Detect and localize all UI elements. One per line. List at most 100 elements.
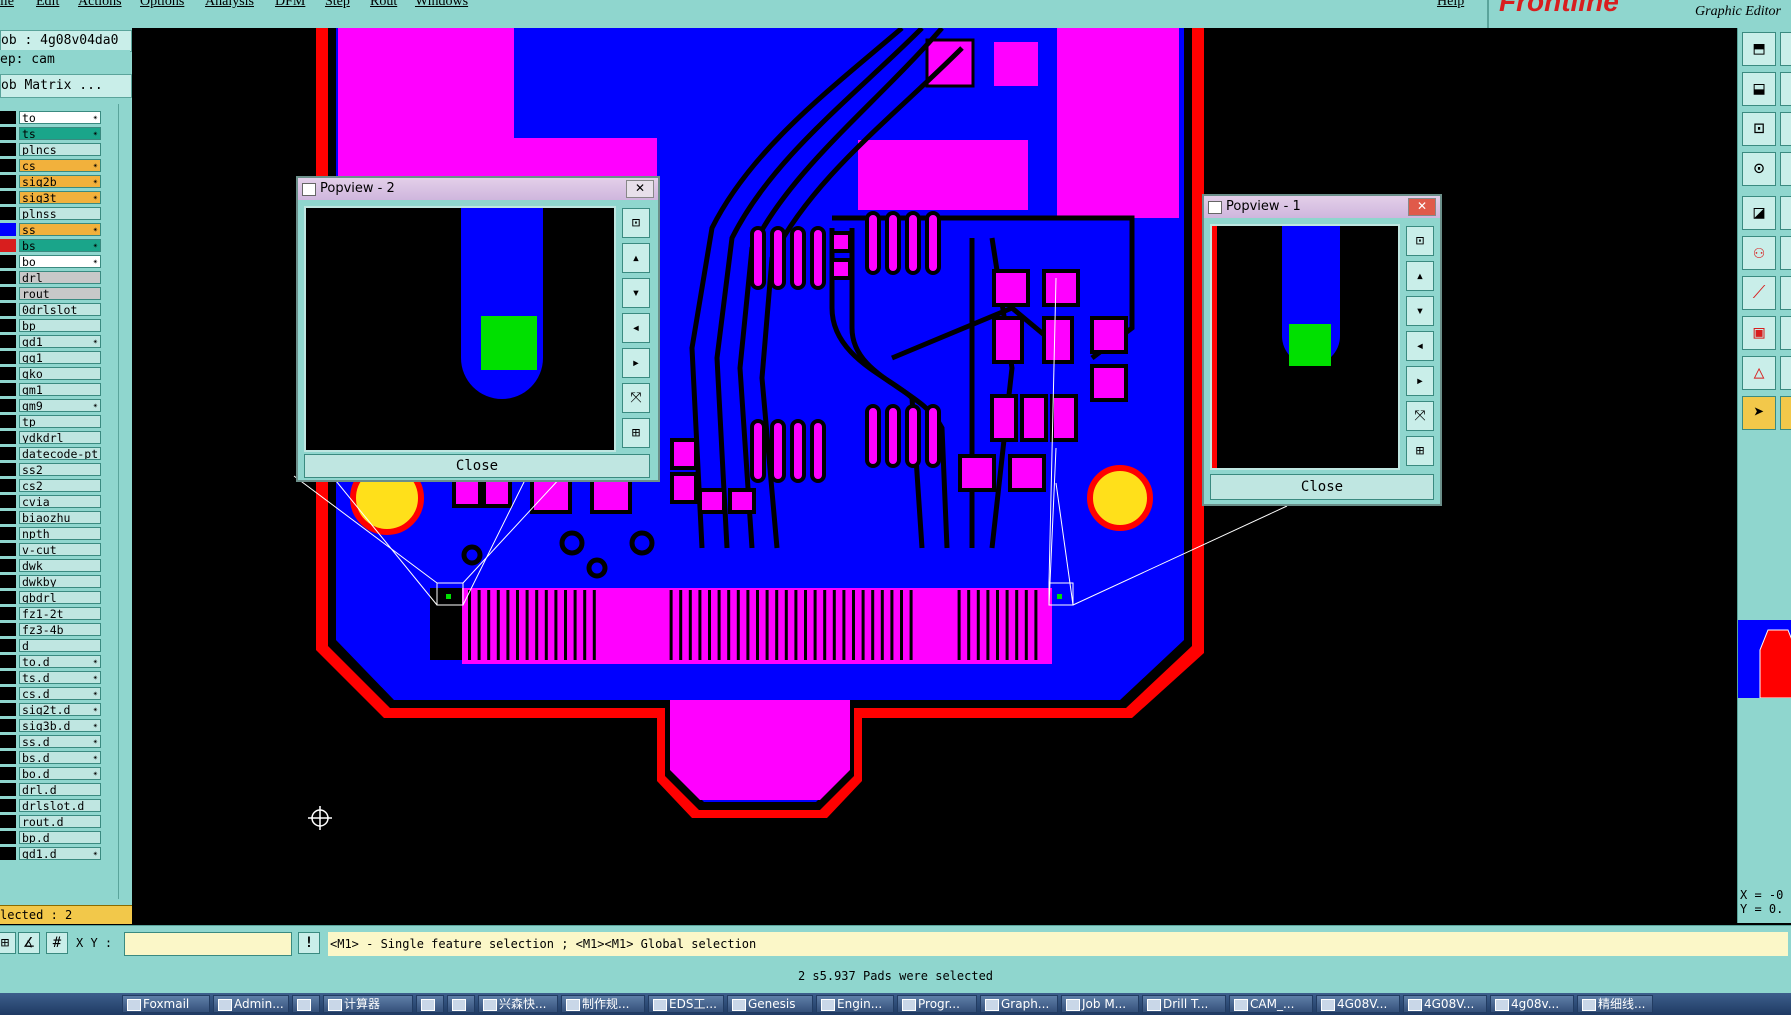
taskbar-button[interactable]: Job M... xyxy=(1061,995,1139,1013)
layer-name[interactable]: v-cut xyxy=(19,543,101,556)
layer-swatch[interactable] xyxy=(0,431,16,444)
layer-name[interactable]: plnss xyxy=(19,207,101,220)
menu-windows[interactable]: Windows xyxy=(415,0,468,10)
toolbar-overflow[interactable] xyxy=(1780,152,1791,186)
popview-1-close-x-icon[interactable]: ✕ xyxy=(1408,198,1436,216)
layer-row-npth[interactable]: npth xyxy=(0,526,104,541)
layer-name[interactable]: to ✴ xyxy=(19,111,101,124)
layer-swatch[interactable] xyxy=(0,239,16,252)
layer-name[interactable]: gd1 ✴ xyxy=(19,335,101,348)
layer-swatch[interactable] xyxy=(0,159,16,172)
layer-swatch[interactable] xyxy=(0,271,16,284)
layer-row-cvia[interactable]: cvia xyxy=(0,494,104,509)
taskbar-button[interactable]: Admin... xyxy=(213,995,289,1013)
layer-row-ydkdrl[interactable]: ydkdrl xyxy=(0,430,104,445)
layer-row-gd1-d[interactable]: gd1.d ✴ xyxy=(0,846,104,861)
layer-row-dwk[interactable]: dwk xyxy=(0,558,104,573)
layer-swatch[interactable] xyxy=(0,815,16,828)
grid-icon[interactable]: # xyxy=(46,932,68,954)
menu-edit[interactable]: Edit xyxy=(36,0,59,10)
taskbar-button[interactable]: 4G08V... xyxy=(1316,995,1400,1013)
zoom-home-icon[interactable]: ⊞ xyxy=(622,418,650,448)
layer-row-gd1[interactable]: gd1 ✴ xyxy=(0,334,104,349)
pan-down-icon[interactable]: ▾ xyxy=(622,278,650,308)
layer-name[interactable]: gd1.d ✴ xyxy=(19,847,101,860)
layer-swatch[interactable] xyxy=(0,591,16,604)
layer-swatch[interactable] xyxy=(0,495,16,508)
layer-swatch[interactable] xyxy=(0,287,16,300)
layer-name[interactable]: gko xyxy=(19,367,101,380)
layer-name[interactable]: bp xyxy=(19,319,101,332)
layer-name[interactable]: sig3t ✴ xyxy=(19,191,101,204)
layer-row-bs[interactable]: bs ✴ xyxy=(0,238,104,253)
layer-name[interactable]: cvia xyxy=(19,495,101,508)
toolbar-overflow[interactable] xyxy=(1780,316,1791,350)
layer-swatch[interactable] xyxy=(0,735,16,748)
layer-name[interactable]: ss2 xyxy=(19,463,101,476)
layer-name[interactable]: ss.d ✴ xyxy=(19,735,101,748)
menu-step[interactable]: Step xyxy=(325,0,350,10)
popview-1-close-button[interactable]: Close xyxy=(1210,474,1434,500)
layer-name[interactable]: datecode-pt xyxy=(19,447,101,460)
layer-row-bp-d[interactable]: bp.d xyxy=(0,830,104,845)
layer-swatch[interactable] xyxy=(0,399,16,412)
layer-name[interactable]: bo ✴ xyxy=(19,255,101,268)
layer-row-ss[interactable]: ss ✴ xyxy=(0,222,104,237)
toolbar-overflow[interactable] xyxy=(1780,72,1791,106)
layer-row-sig3t[interactable]: sig3t ✴ xyxy=(0,190,104,205)
layer-row-gko[interactable]: gko xyxy=(0,366,104,381)
toolbar-overflow[interactable] xyxy=(1780,112,1791,146)
layer-row-bo-d[interactable]: bo.d ✴ xyxy=(0,766,104,781)
layer-name[interactable]: tp xyxy=(19,415,101,428)
measure-icon[interactable]: ▣ xyxy=(1742,316,1776,350)
taskbar-button[interactable]: 制作规... xyxy=(561,995,645,1013)
layer-swatch[interactable] xyxy=(0,751,16,764)
pan-right-icon[interactable]: ▸ xyxy=(622,348,650,378)
layer-name[interactable]: bs.d ✴ xyxy=(19,751,101,764)
layer-swatch[interactable] xyxy=(0,191,16,204)
layer-swatch[interactable] xyxy=(0,303,16,316)
taskbar-button[interactable]: 4G08V... xyxy=(1403,995,1487,1013)
zoom-out-icon[interactable]: ⤧ xyxy=(622,383,650,413)
taskbar-button[interactable] xyxy=(416,995,444,1013)
taskbar-button[interactable]: 计算器 xyxy=(323,995,413,1013)
layer-swatch[interactable] xyxy=(0,511,16,524)
layer-swatch[interactable] xyxy=(0,623,16,636)
layer-name[interactable]: dwkby xyxy=(19,575,101,588)
layer-row-drlslot-d[interactable]: drlslot.d xyxy=(0,798,104,813)
layer-name[interactable]: ts.d ✴ xyxy=(19,671,101,684)
layer-name[interactable]: d xyxy=(19,639,101,652)
layer-row-ss-d[interactable]: ss.d ✴ xyxy=(0,734,104,749)
layer-name[interactable]: rout.d xyxy=(19,815,101,828)
layer-swatch[interactable] xyxy=(0,415,16,428)
layer-swatch[interactable] xyxy=(0,143,16,156)
layer-swatch[interactable] xyxy=(0,543,16,556)
layer-row-cs[interactable]: cs ✴ xyxy=(0,158,104,173)
layer-name[interactable]: ydkdrl xyxy=(19,431,101,444)
zoom-fit-icon[interactable]: ⊡ xyxy=(1406,226,1434,256)
layer-row-gm9[interactable]: gm9 ✴ xyxy=(0,398,104,413)
taskbar-button[interactable]: Graph... xyxy=(980,995,1058,1013)
layer-swatch[interactable] xyxy=(0,351,16,364)
layer-row-dwkby[interactable]: dwkby xyxy=(0,574,104,589)
toolbar-overflow[interactable] xyxy=(1780,196,1791,230)
layer-swatch[interactable] xyxy=(0,559,16,572)
layer-swatch[interactable] xyxy=(0,111,16,124)
layer-list-scrollbar[interactable] xyxy=(118,104,133,899)
layer-swatch[interactable] xyxy=(0,671,16,684)
toolbar-overflow[interactable] xyxy=(1780,356,1791,390)
pad-icon[interactable]: ◪ xyxy=(1742,196,1776,230)
connect-icon[interactable]: ⚇ xyxy=(1742,236,1776,270)
layer-name[interactable]: cs2 xyxy=(19,479,101,492)
layer-name[interactable]: drlslot.d xyxy=(19,799,101,812)
layer-name[interactable]: cs.d ✴ xyxy=(19,687,101,700)
layer-row-gbdrl[interactable]: gbdrl xyxy=(0,590,104,605)
layer-row-rout-d[interactable]: rout.d xyxy=(0,814,104,829)
layer-name[interactable]: fz1-2t xyxy=(19,607,101,620)
zoom-home-icon[interactable]: ⊞ xyxy=(1406,436,1434,466)
layer-name[interactable]: sig2b ✴ xyxy=(19,175,101,188)
layer-name[interactable]: rout xyxy=(19,287,101,300)
layer-row-ts-d[interactable]: ts.d ✴ xyxy=(0,670,104,685)
zoom-fit-icon[interactable]: ⊡ xyxy=(622,208,650,238)
xy-input[interactable] xyxy=(124,932,292,956)
